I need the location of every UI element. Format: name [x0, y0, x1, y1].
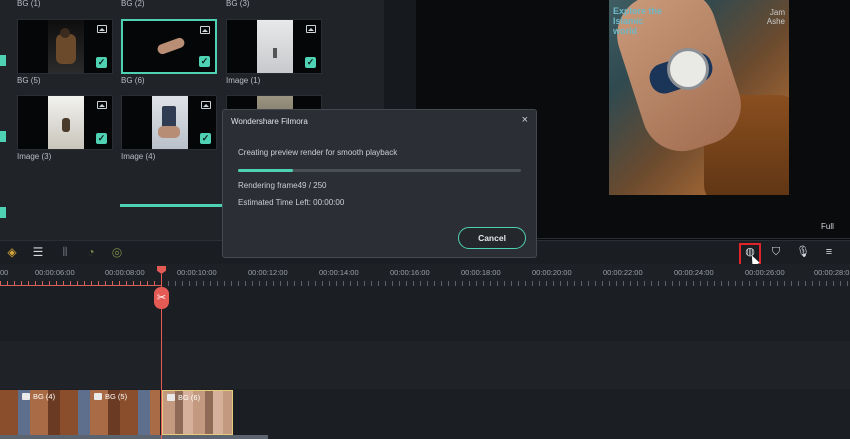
stabilize-icon[interactable]: ◎ — [110, 245, 124, 259]
image-type-icon — [200, 26, 210, 34]
checkmark-icon[interactable]: ✓ — [96, 133, 107, 144]
ruler-tick: 00:00:24:00 — [674, 268, 714, 277]
timeline-track-2[interactable] — [0, 341, 850, 389]
preview-video-frame: Explore the Islamic world Jam Ashe — [609, 0, 789, 195]
ruler-tick: 00:00:08:00 — [105, 268, 145, 277]
media-label: Image (3) — [17, 152, 52, 161]
render-progress-bar — [238, 169, 521, 172]
thumb-image — [48, 96, 84, 149]
ruler-tick: 00:00:06:00 — [35, 268, 75, 277]
scissors-icon[interactable]: ✂ — [154, 287, 169, 309]
thumb-image — [153, 21, 189, 72]
ruler-tick: 00:00:16:00 — [390, 268, 430, 277]
video-clip-bg4-bg5[interactable]: BG (4) BG (5) — [0, 390, 160, 435]
checkmark-icon[interactable]: ✓ — [199, 56, 210, 67]
media-label-bg2: BG (2) — [121, 0, 145, 8]
voiceover-list-icon[interactable]: ≡ — [822, 245, 836, 259]
rendering-frame-text: Rendering frame49 / 250 — [238, 181, 327, 190]
media-label-bg1: BG (1) — [17, 0, 41, 8]
ruler-tick: 00:00:26:00 — [745, 268, 785, 277]
media-label: BG (5) — [17, 76, 41, 85]
image-type-icon — [97, 101, 107, 109]
media-label-bg3: BG (3) — [226, 0, 250, 8]
media-thumb-image4[interactable]: ✓ — [121, 95, 217, 150]
thumb-image — [152, 96, 188, 149]
partial-checkmark — [0, 55, 6, 66]
render-preview-dialog: Wondershare Filmora × Creating preview r… — [222, 109, 537, 258]
media-label: BG (6) — [121, 76, 145, 85]
ruler-tick: 00:00:10:00 — [177, 268, 217, 277]
thumb-image — [48, 20, 84, 73]
partial-checkmark — [0, 207, 6, 218]
ruler-tick: 00:00:28:0 — [814, 268, 850, 277]
sign-text: Explore the Islamic world — [613, 6, 663, 36]
close-icon[interactable]: × — [522, 114, 528, 126]
media-thumb-image1[interactable]: ✓ — [226, 19, 322, 74]
ruler-tick: 00:00:14:00 — [319, 268, 359, 277]
audio-clip-strip[interactable] — [0, 435, 268, 439]
dialog-title: Wondershare Filmora — [231, 117, 308, 126]
adjust-icon[interactable]: ☰ — [31, 245, 45, 259]
ruler-tick: 00:00:20:00 — [532, 268, 572, 277]
microphone-icon[interactable]: 🎙 — [796, 245, 810, 259]
media-label: Image (4) — [121, 152, 156, 161]
checkmark-icon[interactable]: ✓ — [200, 133, 211, 144]
audio-mixer-icon[interactable]: ⦀ — [58, 245, 72, 259]
video-clip-bg6[interactable]: BG (6) — [162, 390, 233, 435]
timeline-track-1[interactable] — [0, 286, 850, 341]
image-clip-icon — [94, 393, 102, 400]
checkmark-icon[interactable]: ✓ — [305, 57, 316, 68]
cancel-button[interactable]: Cancel — [458, 227, 526, 249]
sign-text-2: Jam Ashe — [766, 8, 785, 26]
clip-label-bg5: BG (5) — [105, 392, 128, 401]
image-type-icon — [201, 101, 211, 109]
clip-label-bg6: BG (6) — [178, 393, 201, 402]
clip-label-bg4: BG (4) — [33, 392, 56, 401]
marker-icon[interactable]: ⛉ — [769, 245, 783, 259]
ruler-tick: 00:00:22:00 — [603, 268, 643, 277]
image-clip-icon — [167, 394, 175, 401]
media-label: Image (1) — [226, 76, 261, 85]
thumb-image — [257, 20, 293, 73]
time-left-text: Estimated Time Left: 00:00:00 — [238, 198, 345, 207]
dialog-message: Creating preview render for smooth playb… — [238, 148, 398, 157]
media-thumb-image3[interactable]: ✓ — [17, 95, 113, 150]
ruler-tick: 00:00:12:00 — [248, 268, 288, 277]
image-type-icon — [97, 25, 107, 33]
render-progress-fill — [238, 169, 294, 172]
media-thumb-bg6[interactable]: ✓ — [121, 19, 217, 74]
image-type-icon — [306, 25, 316, 33]
image-clip-icon — [22, 393, 30, 400]
zoom-full-label[interactable]: Full — [821, 222, 834, 231]
speed-icon[interactable]: ◔ — [84, 245, 98, 259]
ruler-tick: 00:00:18:00 — [461, 268, 501, 277]
checkmark-icon[interactable]: ✓ — [96, 57, 107, 68]
partial-checkmark — [0, 131, 6, 142]
ruler-tick: 00 — [0, 268, 9, 277]
watch-face-shape — [667, 48, 709, 90]
keyframe-icon[interactable]: ◈ — [5, 245, 19, 259]
media-thumb-bg5[interactable]: ✓ — [17, 19, 113, 74]
